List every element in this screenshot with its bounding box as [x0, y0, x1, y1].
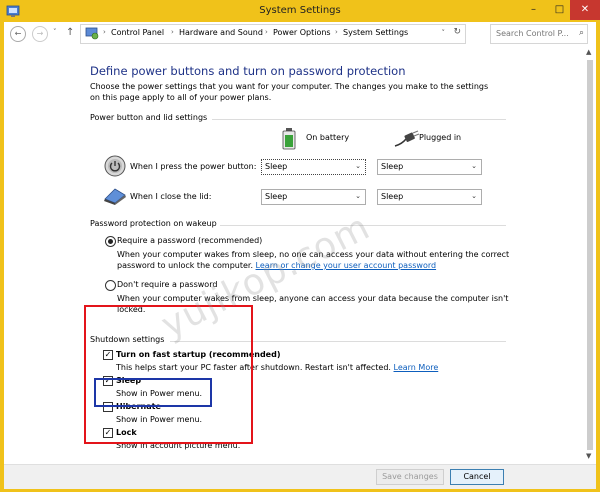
- scroll-up-arrow-icon[interactable]: ▲: [586, 48, 591, 56]
- breadcrumb-system-settings[interactable]: System Settings: [343, 28, 408, 37]
- select-value: Sleep: [265, 161, 288, 171]
- up-button[interactable]: ↑: [66, 27, 74, 38]
- search-icon[interactable]: ⌕: [579, 28, 584, 38]
- require-password-desc-line1: When your computer wakes from sleep, no …: [117, 250, 510, 259]
- power-button-label: When I press the power button:: [130, 162, 257, 171]
- require-password-radio[interactable]: [105, 236, 116, 247]
- dont-require-password-label[interactable]: Don't require a password: [117, 280, 217, 289]
- section-title-power-buttons: Power button and lid settings: [90, 113, 208, 122]
- maximize-button[interactable]: □: [546, 0, 573, 20]
- require-password-desc-text: password to unlock the computer.: [117, 261, 253, 270]
- cancel-button[interactable]: Cancel: [450, 469, 504, 485]
- section-divider: [220, 225, 506, 226]
- search-box[interactable]: Search Control P... ⌕: [490, 24, 588, 44]
- forward-button[interactable]: →: [32, 26, 48, 42]
- footer-bar: Save changes Cancel: [4, 464, 596, 489]
- back-button[interactable]: ←: [10, 26, 26, 42]
- control-panel-icon: [85, 27, 99, 40]
- require-password-label[interactable]: Require a password (recommended): [117, 236, 262, 245]
- breadcrumb-separator[interactable]: ›: [335, 28, 338, 36]
- system-settings-window: System Settings – □ ✕ ← → ˅ ↑ › Control …: [0, 0, 600, 492]
- vertical-scrollbar[interactable]: ▲ ▼: [584, 46, 596, 464]
- address-bar[interactable]: › Control Panel › Hardware and Sound › P…: [80, 24, 466, 44]
- dropdown-arrow-icon: ⌄: [355, 162, 361, 170]
- breadcrumb-separator[interactable]: ›: [265, 28, 268, 36]
- dont-require-password-desc-line1: When your computer wakes from sleep, any…: [117, 294, 509, 303]
- power-button-icon: [104, 155, 126, 177]
- on-battery-header: On battery: [306, 133, 350, 142]
- learn-more-link[interactable]: Learn More: [394, 363, 439, 372]
- recent-locations-dropdown[interactable]: ˅: [53, 28, 57, 36]
- address-dropdown-icon[interactable]: ˅: [442, 29, 446, 37]
- radio-selected-dot: [108, 239, 113, 244]
- breadcrumb-hardware-and-sound[interactable]: Hardware and Sound: [179, 28, 263, 37]
- title-bar: System Settings – □ ✕: [0, 0, 600, 22]
- dropdown-arrow-icon: ⌄: [471, 162, 477, 170]
- page-title: Define power buttons and turn on passwor…: [90, 64, 406, 78]
- dropdown-arrow-icon: ⌄: [355, 192, 361, 200]
- scrollbar-thumb[interactable]: [587, 60, 593, 450]
- laptop-lid-icon: [104, 188, 126, 205]
- highlight-box-blue: [94, 378, 212, 407]
- breadcrumb-power-options[interactable]: Power Options: [273, 28, 331, 37]
- select-value: Sleep: [381, 191, 404, 201]
- minimize-button[interactable]: –: [520, 0, 547, 20]
- section-divider: [212, 119, 506, 120]
- power-button-on-battery-select[interactable]: Sleep ⌄: [261, 159, 366, 175]
- plugged-in-header: Plugged in: [419, 133, 462, 142]
- navigation-bar: ← → ˅ ↑ › Control Panel › Hardware and S…: [4, 22, 596, 46]
- close-lid-plugged-in-select[interactable]: Sleep ⌄: [377, 189, 482, 205]
- highlight-box-red: [84, 305, 253, 444]
- section-title-password: Password protection on wakeup: [90, 219, 217, 228]
- close-button[interactable]: ✕: [570, 0, 600, 20]
- scroll-down-arrow-icon[interactable]: ▼: [586, 452, 591, 460]
- close-lid-on-battery-select[interactable]: Sleep ⌄: [261, 189, 366, 205]
- dropdown-arrow-icon: ⌄: [471, 192, 477, 200]
- require-password-desc-line2: password to unlock the computer. Learn o…: [117, 260, 436, 271]
- close-lid-label: When I close the lid:: [130, 192, 212, 201]
- power-button-plugged-in-select[interactable]: Sleep ⌄: [377, 159, 482, 175]
- breadcrumb-separator[interactable]: ›: [171, 28, 174, 36]
- breadcrumb-separator: ›: [103, 28, 106, 36]
- dont-require-password-radio[interactable]: [105, 280, 116, 291]
- select-value: Sleep: [265, 191, 288, 201]
- save-changes-button[interactable]: Save changes: [376, 469, 444, 485]
- select-value: Sleep: [381, 161, 404, 171]
- search-placeholder: Search Control P...: [496, 29, 569, 38]
- refresh-icon[interactable]: ↻: [453, 27, 461, 37]
- breadcrumb-control-panel[interactable]: Control Panel: [111, 28, 164, 37]
- window-title: System Settings: [259, 5, 341, 16]
- plug-icon: [394, 130, 420, 147]
- change-password-link[interactable]: Learn or change your user account passwo…: [256, 261, 437, 270]
- battery-icon: [282, 128, 296, 150]
- page-intro: Choose the power settings that you want …: [90, 82, 489, 102]
